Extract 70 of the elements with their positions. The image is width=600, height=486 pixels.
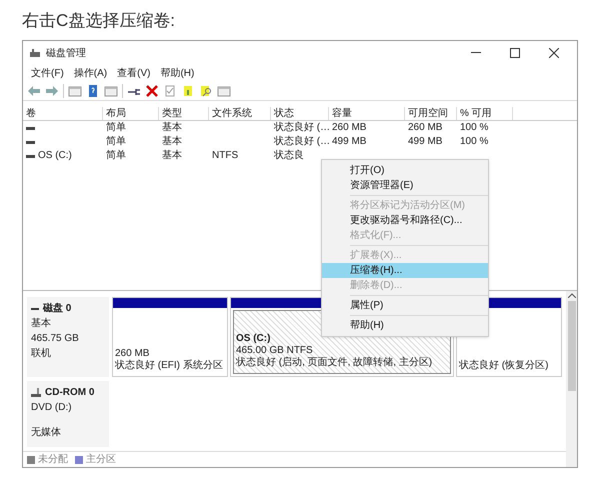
menu-item[interactable]: 资源管理器(E) [322, 178, 488, 193]
legend-label: 主分区 [86, 452, 116, 467]
window-title: 磁盘管理 [46, 46, 86, 60]
menu-item[interactable]: 操作(A) [70, 66, 112, 80]
panel-icon[interactable] [217, 84, 231, 96]
table-cell: 状态良好 (… [274, 135, 330, 149]
menu-item[interactable]: 更改驱动器号和路径(C)... [322, 213, 488, 228]
column-header[interactable]: 可用空间 [405, 107, 457, 120]
partition-status: 状态良好 (EFI) 系统分区 [115, 360, 223, 372]
table-cell: 499 MB [408, 135, 442, 149]
optical-drive-icon [31, 388, 41, 398]
menu-item[interactable]: 文件(F) [27, 66, 68, 80]
table-cell: 260 MB [408, 121, 442, 135]
column-header[interactable]: 容量 [329, 107, 405, 120]
table-cell: 基本 [162, 149, 182, 163]
table-cell: 简单 [106, 121, 126, 135]
scroll-up-icon[interactable] [568, 293, 576, 298]
menu-item[interactable]: 查看(V) [113, 66, 154, 80]
disk-type: DVD (D:) [31, 401, 73, 415]
maximize-icon[interactable] [510, 48, 520, 58]
disk-size: 465.75 GB [31, 332, 80, 346]
table-cell: 260 MB [332, 121, 366, 135]
volume-icon [26, 140, 35, 144]
vertical-scrollbar[interactable] [566, 291, 577, 467]
panel-icon[interactable] [104, 84, 118, 96]
table-cell: 基本 [162, 121, 182, 135]
column-header[interactable]: % 可用 [457, 107, 513, 120]
forward-arrow-icon[interactable] [45, 84, 59, 96]
menu-item[interactable]: 压缩卷(H)... [322, 263, 488, 278]
volume-icon [26, 154, 35, 158]
check-document-icon[interactable] [163, 84, 177, 96]
help-icon[interactable] [86, 84, 100, 96]
legend-label: 未分配 [38, 452, 68, 467]
table-cell: 简单 [106, 135, 126, 149]
partition-name: OS (C:) [236, 333, 270, 345]
disk-type: 基本 [31, 316, 52, 331]
table-cell: NTFS [212, 149, 238, 163]
disk-management-icon [29, 48, 41, 58]
column-header[interactable]: 布局 [103, 107, 159, 120]
disk-state: 联机 [31, 346, 52, 361]
column-header[interactable]: 文件系统 [209, 107, 271, 120]
table-cell: OS (C:) [38, 149, 72, 163]
volume-icon [26, 126, 35, 130]
column-header[interactable]: 类型 [159, 107, 209, 120]
magnifier-document-icon[interactable] [199, 84, 213, 96]
table-cell: 简单 [106, 149, 126, 163]
table-cell: 100 % [460, 121, 488, 135]
menu-item[interactable]: 帮助(H) [156, 66, 198, 80]
column-header[interactable]: 状态 [271, 107, 329, 120]
table-cell: 基本 [162, 135, 182, 149]
table-cell: 状态良 [274, 149, 304, 163]
partition-status: 状态良好 (恢复分区) [459, 360, 548, 372]
delete-icon[interactable] [145, 84, 159, 96]
table-cell: 状态良好 (… [274, 121, 330, 135]
page-heading: 右击C盘选择压缩卷: [21, 10, 176, 32]
back-arrow-icon[interactable] [27, 84, 41, 96]
close-icon[interactable] [549, 48, 559, 58]
disk-state: 无媒体 [31, 426, 62, 440]
table-cell: 499 MB [332, 135, 366, 149]
panel-icon[interactable] [68, 84, 82, 96]
column-header[interactable]: 卷 [23, 107, 103, 120]
disk-name: 磁盘 0 [43, 302, 72, 316]
partition-status: 状态良好 (启动, 页面文件, 故障转储, 主分区) [236, 357, 432, 369]
disk-name: CD-ROM 0 [45, 386, 94, 400]
partition-size: 260 MB [115, 348, 150, 360]
menu-item[interactable]: 打开(O) [322, 163, 488, 178]
table-cell: 100 % [460, 135, 488, 149]
partition-size: 465.00 GB NTFS [236, 345, 313, 356]
partition-block[interactable]: 260 MB 状态良好 (EFI) 系统分区 [112, 297, 228, 377]
minimize-icon[interactable] [471, 52, 481, 54]
